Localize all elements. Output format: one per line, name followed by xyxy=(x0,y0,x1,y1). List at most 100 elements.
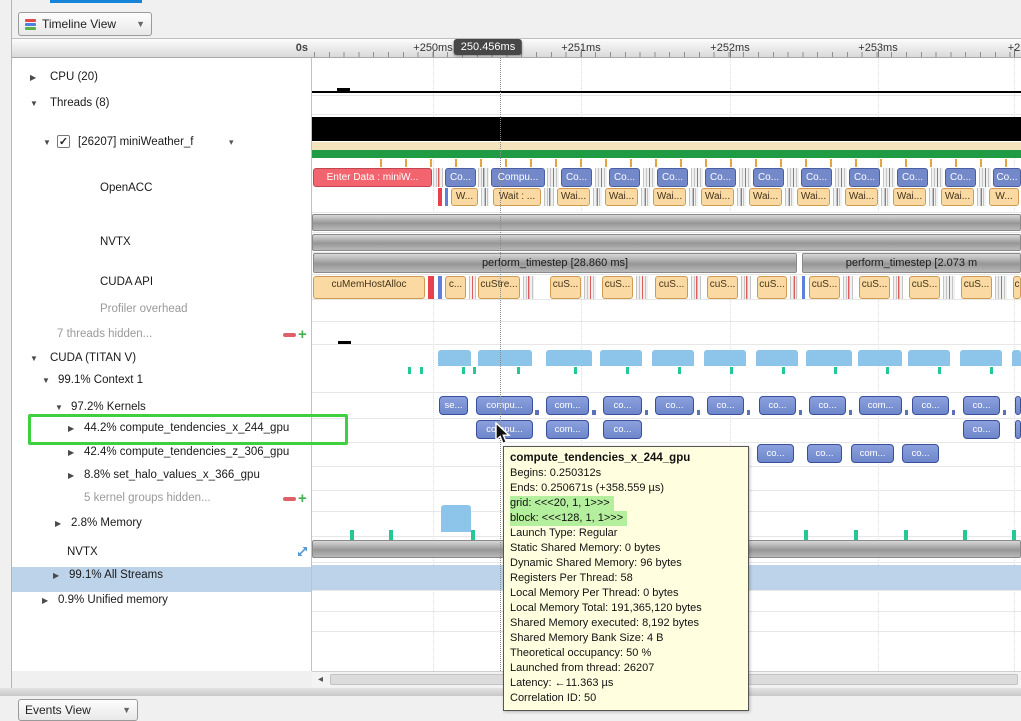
collapse-arrow-icon[interactable]: ▼ xyxy=(42,372,50,389)
event-block[interactable]: co... xyxy=(759,396,796,415)
collapse-hidden-rows-icon[interactable] xyxy=(283,497,296,501)
tree-item-openacc[interactable]: OpenACC xyxy=(12,180,312,197)
tree-item-threads-hidden[interactable]: 7 threads hidden...+ xyxy=(12,326,312,343)
expand-arrow-icon[interactable]: ▶ xyxy=(53,567,59,584)
expand-arrow-icon[interactable]: ▶ xyxy=(42,592,48,609)
tree-item-nvtx-thread[interactable]: NVTX xyxy=(12,234,312,251)
tree-item-cuda-titan-v[interactable]: ▼CUDA (TITAN V) xyxy=(12,350,312,367)
collapse-hidden-rows-icon[interactable] xyxy=(283,333,296,337)
tree-item-unified-memory[interactable]: ▶0.9% Unified memory xyxy=(12,592,312,609)
event-block[interactable]: cuS... xyxy=(655,276,688,299)
event-block[interactable]: Wai... xyxy=(941,188,974,206)
tree-item-compute-tendencies-z[interactable]: ▶42.4% compute_tendencies_z_306_gpu xyxy=(12,444,312,461)
event-block[interactable]: co... xyxy=(707,396,744,415)
event-block[interactable]: co... xyxy=(912,396,949,415)
event-block[interactable]: c... xyxy=(445,276,466,299)
tree-item-miniweather-thread[interactable]: ▼✓[26207] miniWeather_f▾ xyxy=(12,134,312,151)
expand-arrow-icon[interactable]: ▶ xyxy=(30,69,36,86)
expand-hidden-rows-icon[interactable]: + xyxy=(298,490,307,507)
event-block[interactable]: co... xyxy=(807,444,842,463)
event-block[interactable]: cuS... xyxy=(961,276,992,299)
thread-options-caret-icon[interactable]: ▾ xyxy=(229,134,234,151)
event-block[interactable]: Enter Data : miniW... xyxy=(313,168,432,187)
event-block[interactable]: com... xyxy=(859,396,902,415)
tree-item-set-halo-values[interactable]: ▶8.8% set_halo_values_x_366_gpu xyxy=(12,467,312,484)
sep-mark xyxy=(547,168,559,187)
expand-hidden-rows-icon[interactable]: + xyxy=(298,326,307,343)
expand-row-icon[interactable] xyxy=(296,545,309,564)
event-block[interactable]: Wai... xyxy=(797,188,830,206)
event-block[interactable]: com... xyxy=(546,420,589,439)
event-block[interactable]: cuS... xyxy=(602,276,633,299)
event-block[interactable]: co... xyxy=(963,420,1000,439)
event-block[interactable]: compu... xyxy=(476,396,533,415)
event-block[interactable]: Co... xyxy=(801,168,832,187)
event-block[interactable]: Co... xyxy=(657,168,688,187)
event-block[interactable]: co... xyxy=(757,444,794,463)
event-block[interactable] xyxy=(1015,396,1021,415)
event-block[interactable]: cuS... xyxy=(707,276,738,299)
scroll-left-arrow-icon[interactable]: ◂ xyxy=(314,673,327,686)
event-block[interactable]: co... xyxy=(603,396,642,415)
expand-arrow-icon[interactable]: ▶ xyxy=(68,467,74,484)
tree-item-kernel-groups-hidden[interactable]: 5 kernel groups hidden...+ xyxy=(12,490,312,507)
range-bar[interactable]: perform_timestep [28.860 ms] xyxy=(313,253,797,273)
event-block[interactable]: Co... xyxy=(993,168,1021,187)
event-block[interactable]: cuS... xyxy=(909,276,940,299)
event-block[interactable]: cuS... xyxy=(859,276,890,299)
event-block[interactable]: cuS... xyxy=(550,276,581,299)
timeline-view-selector[interactable]: Timeline View ▼ xyxy=(18,12,152,36)
event-block[interactable]: Wai... xyxy=(605,188,638,206)
event-block[interactable]: com... xyxy=(546,396,589,415)
event-block[interactable]: cuMemHostAlloc xyxy=(313,276,425,299)
event-block[interactable]: co... xyxy=(963,396,1000,415)
event-block[interactable]: Co... xyxy=(849,168,880,187)
tree-item-nvtx-cuda[interactable]: NVTX xyxy=(12,544,312,561)
collapse-arrow-icon[interactable]: ▼ xyxy=(43,134,51,151)
event-block[interactable]: co... xyxy=(902,444,939,463)
event-block[interactable]: Wai... xyxy=(701,188,734,206)
tree-item-profiler-overhead[interactable]: Profiler overhead xyxy=(12,301,312,318)
tree-item-cuda-api[interactable]: CUDA API xyxy=(12,274,312,291)
thread-checkbox[interactable]: ✓ xyxy=(57,135,70,148)
event-block[interactable]: Co... xyxy=(753,168,784,187)
event-block[interactable]: Co... xyxy=(609,168,640,187)
range-bar[interactable] xyxy=(312,214,1021,231)
event-block[interactable]: Co... xyxy=(897,168,928,187)
event-block[interactable]: Co... xyxy=(945,168,976,187)
event-block[interactable]: Co... xyxy=(705,168,736,187)
tree-item-threads[interactable]: ▼Threads (8) xyxy=(12,95,312,112)
event-block[interactable]: se... xyxy=(439,396,468,415)
range-bar[interactable]: perform_timestep [2.073 m xyxy=(802,253,1021,273)
event-block[interactable]: co... xyxy=(809,396,846,415)
event-block[interactable]: com... xyxy=(851,444,894,463)
events-view-selector[interactable]: Events View ▼ xyxy=(18,699,138,721)
expand-arrow-icon[interactable]: ▶ xyxy=(55,515,61,532)
tree-item-context-1[interactable]: ▼99.1% Context 1 xyxy=(12,372,312,389)
event-block[interactable]: Wai... xyxy=(893,188,926,206)
event-block[interactable]: cuS... xyxy=(757,276,787,299)
event-block[interactable]: Co... xyxy=(445,168,476,187)
event-block[interactable]: W... xyxy=(989,188,1019,206)
event-block[interactable]: Wai... xyxy=(845,188,878,206)
event-block[interactable]: Wai... xyxy=(749,188,782,206)
event-block[interactable]: co... xyxy=(603,420,642,439)
event-block[interactable] xyxy=(1015,420,1021,439)
event-block[interactable]: cuStre... xyxy=(478,276,520,299)
collapse-arrow-icon[interactable]: ▼ xyxy=(30,95,38,112)
tree-item-all-streams[interactable]: ▶99.1% All Streams xyxy=(12,567,312,584)
collapse-arrow-icon[interactable]: ▼ xyxy=(30,350,38,367)
event-block[interactable]: Wai... xyxy=(653,188,686,206)
event-block[interactable]: Co... xyxy=(561,168,592,187)
range-bar[interactable] xyxy=(312,234,1021,251)
event-block[interactable]: W... xyxy=(451,188,478,206)
tooltip-line: Shared Memory executed: 8,192 bytes xyxy=(510,616,742,631)
event-block[interactable]: Wai... xyxy=(557,188,590,206)
tree-item-cpu[interactable]: ▶CPU (20) xyxy=(12,69,312,86)
sep-mark xyxy=(979,168,991,187)
event-block[interactable]: c xyxy=(1013,276,1021,299)
expand-arrow-icon[interactable]: ▶ xyxy=(68,444,74,461)
event-block[interactable]: cuS... xyxy=(809,276,840,299)
event-block[interactable]: co... xyxy=(655,396,694,415)
tree-item-memory[interactable]: ▶2.8% Memory xyxy=(12,515,312,532)
